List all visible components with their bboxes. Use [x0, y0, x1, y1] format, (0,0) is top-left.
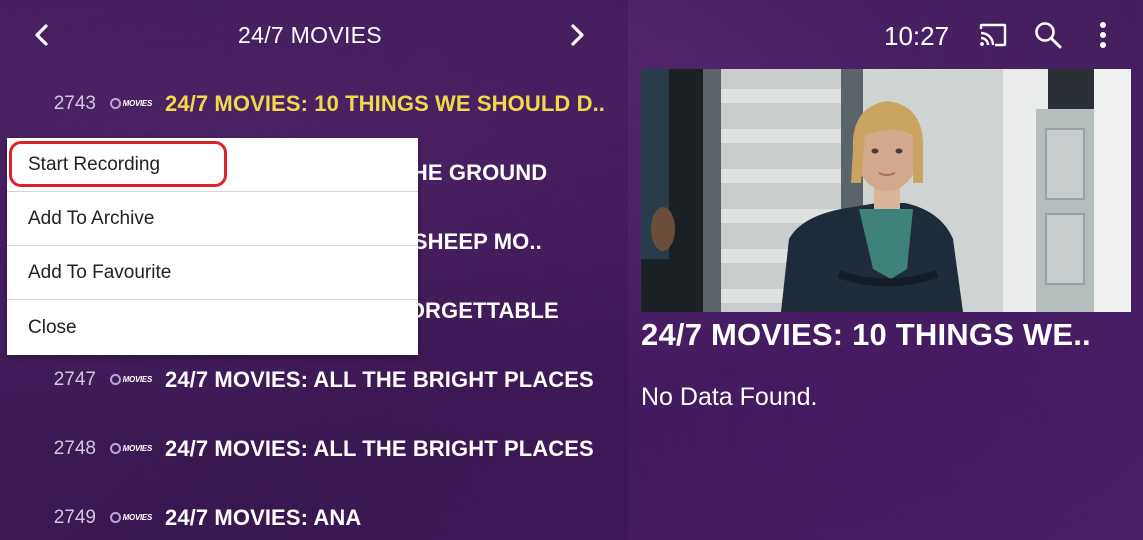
channel-row[interactable]: 2749 MOVIES 24/7 MOVIES: ANA [0, 483, 628, 540]
channel-number: 2749 [53, 506, 96, 528]
search-icon [1035, 22, 1062, 49]
channel-logo: MOVIES [110, 373, 152, 387]
add-to-favourite-menu-item[interactable]: Add To Favourite [7, 246, 418, 300]
channel-logo: MOVIES [110, 442, 152, 456]
logo-ring-icon [110, 443, 121, 454]
logo-text: MOVIES [122, 99, 153, 108]
menu-item-label: Close [28, 316, 77, 338]
category-title: 24/7 MOVIES [238, 22, 382, 48]
channel-number: 2747 [53, 368, 96, 390]
channel-number: 2748 [53, 437, 96, 459]
video-preview[interactable] [641, 69, 1131, 312]
previous-category-button[interactable] [26, 18, 56, 52]
channel-logo: MOVIES [110, 511, 152, 525]
logo-text: MOVIES [122, 513, 153, 522]
logo-ring-icon [110, 374, 121, 385]
close-menu-item[interactable]: Close [7, 300, 418, 355]
add-to-archive-menu-item[interactable]: Add To Archive [7, 192, 418, 246]
logo-text: MOVIES [122, 375, 153, 384]
channel-row[interactable]: 2743 MOVIES 24/7 MOVIES: 10 THINGS WE SHOU… [0, 69, 628, 138]
program-title: 24/7 MOVIES: 10 THINGS WE.. [641, 317, 1091, 352]
menu-item-label: Add To Archive [28, 207, 155, 229]
clock: 10:27 [884, 21, 950, 51]
channel-name: 24/7 MOVIES: ANA [165, 504, 362, 530]
cast-icon [979, 23, 1007, 47]
start-recording-menu-item[interactable]: Start Recording [7, 138, 418, 192]
video-frame-image [641, 69, 1131, 312]
context-menu: Start Recording Add To Archive Add To Fa… [7, 138, 418, 355]
more-vertical-icon [1100, 22, 1106, 48]
channel-name: 24/7 MOVIES: ALL THE BRIGHT PLACES [165, 435, 594, 461]
channel-name: 24/7 MOVIES: ALL THE BRIGHT PLACES [165, 366, 594, 392]
channel-name: 24/7 MOVIES: 10 THINGS WE SHOULD D.. [165, 90, 606, 116]
logo-text: MOVIES [122, 444, 153, 453]
channel-number: 2743 [53, 92, 96, 114]
epg-status-text: No Data Found. [641, 383, 818, 411]
chevron-right-icon [571, 24, 584, 46]
search-button[interactable] [1032, 19, 1064, 51]
logo-ring-icon [110, 512, 121, 523]
logo-ring-icon [110, 98, 121, 109]
cast-button[interactable] [977, 19, 1009, 51]
menu-item-label: Add To Favourite [28, 261, 172, 283]
next-category-button[interactable] [563, 18, 593, 52]
channel-row[interactable]: 2748 MOVIES 24/7 MOVIES: ALL THE BRIGHT PL… [0, 414, 628, 483]
channel-logo: MOVIES [110, 97, 152, 111]
more-options-button[interactable] [1089, 19, 1117, 51]
channel-row[interactable]: 2747 MOVIES 24/7 MOVIES: ALL THE BRIGHT PL… [0, 345, 628, 414]
menu-item-label: Start Recording [28, 153, 161, 175]
chevron-left-icon [35, 24, 48, 46]
